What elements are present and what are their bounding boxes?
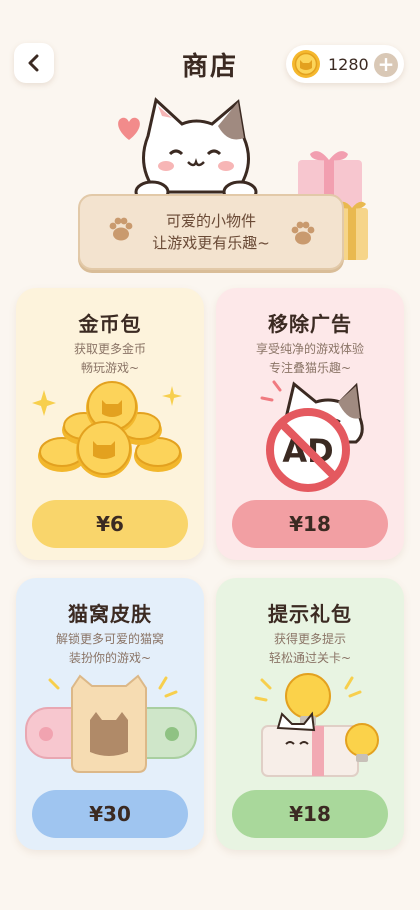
product-title: 猫窝皮肤 [68,602,152,626]
product-card-coin-pack[interactable]: 金币包 获取更多金币 畅玩游戏~ ¥6 [16,288,204,560]
product-desc-line-1: 获得更多提示 [273,632,346,646]
buy-hint-pack-button[interactable]: ¥18 [232,790,388,838]
product-description: 获取更多金币 畅玩游戏~ [16,340,204,378]
cat-mascot [134,97,258,204]
coin-icon [292,50,320,78]
product-desc-line-1: 获取更多金币 [73,342,146,356]
no-ads-icon: AD [260,380,364,492]
hero-banner: 可爱的小物件 让游戏更有乐趣~ [0,96,420,286]
product-description: 享受纯净的游戏体验 专注叠猫乐趣~ [216,340,404,378]
product-description: 解锁更多可爱的猫窝 装扮你的游戏~ [16,630,204,668]
coin-balance: 1280 + [286,45,404,83]
hint-bulb-icon [254,673,379,777]
welcome-sign: 可爱的小物件 让游戏更有乐趣~ [78,194,344,270]
product-desc-line-2: 装扮你的游戏~ [68,651,152,665]
add-coins-button[interactable]: + [374,53,398,77]
product-description: 获得更多提示 轻松通过关卡~ [216,630,404,668]
product-desc-line-1: 享受纯净的游戏体验 [255,342,364,356]
cat-bed-icon [25,674,197,773]
product-desc-line-2: 专注叠猫乐趣~ [268,361,352,375]
coin-count: 1280 [328,55,369,74]
buy-remove-ads-button[interactable]: ¥18 [232,500,388,548]
coin-pile-icon [32,381,182,478]
buy-coin-pack-button[interactable]: ¥6 [32,500,188,548]
product-card-cat-bed-skin[interactable]: 猫窝皮肤 解锁更多可爱的猫窝 装扮你的游戏~ ¥30 [16,578,204,850]
paw-icon [291,221,315,245]
product-card-remove-ads[interactable]: 移除广告 享受纯净的游戏体验 专注叠猫乐趣~ AD ¥18 [216,288,404,560]
product-desc-line-2: 畅玩游戏~ [80,361,140,375]
product-card-hint-pack[interactable]: 提示礼包 获得更多提示 轻松通过关卡~ ¥18 [216,578,404,850]
product-title: 金币包 [78,312,142,336]
product-title: 提示礼包 [268,602,352,626]
buy-cat-bed-skin-button[interactable]: ¥30 [32,790,188,838]
product-desc-line-2: 轻松通过关卡~ [268,651,352,665]
product-desc-line-1: 解锁更多可爱的猫窝 [55,632,164,646]
product-title: 移除广告 [268,312,352,336]
